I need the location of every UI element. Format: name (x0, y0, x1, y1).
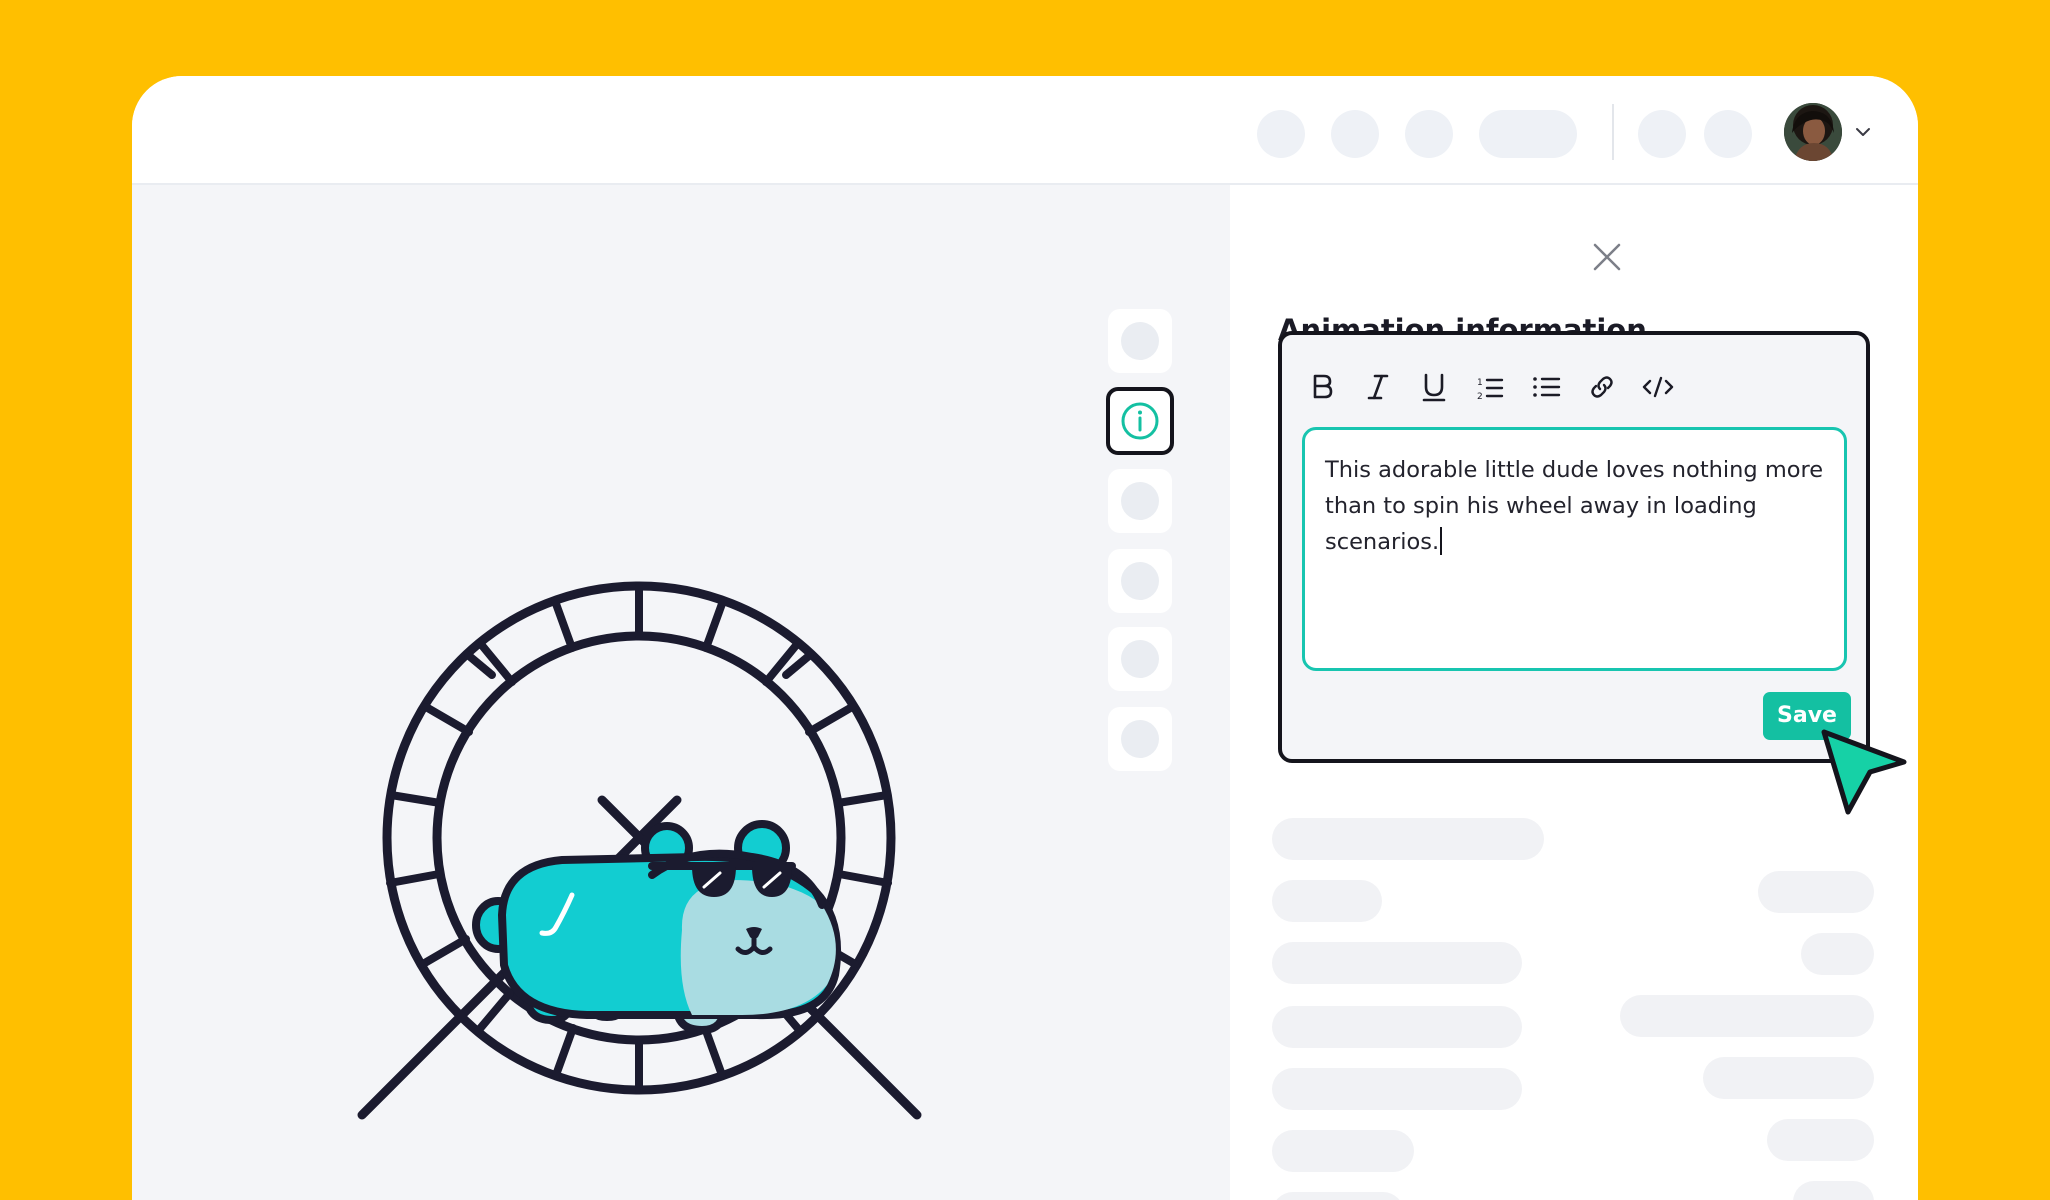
ordered-list-icon: 1 2 (1477, 378, 1504, 402)
toolbar-placeholder-button[interactable] (1257, 110, 1305, 158)
code-icon (1642, 376, 1674, 398)
ordered-list-button[interactable]: 1 2 (1468, 365, 1512, 409)
link-button[interactable] (1580, 365, 1624, 409)
text-caret (1440, 527, 1443, 555)
animation-canvas (132, 185, 1230, 1200)
placeholder-line (1272, 1068, 1522, 1110)
placeholder-line (1272, 1006, 1522, 1048)
underline-icon (1422, 373, 1446, 402)
code-button[interactable] (1636, 365, 1680, 409)
toolbar-placeholder-button[interactable] (1331, 110, 1379, 158)
svg-text:1: 1 (1477, 378, 1483, 388)
toolbar-placeholder-button[interactable] (1405, 110, 1453, 158)
bold-button[interactable] (1300, 365, 1344, 409)
toolbar-placeholder-pill[interactable] (1479, 110, 1577, 158)
description-text: This adorable little dude loves nothing … (1325, 457, 1824, 555)
italic-button[interactable] (1356, 365, 1400, 409)
placeholder-line (1272, 1192, 1404, 1200)
bold-icon (1313, 374, 1333, 399)
toolbar-divider (1612, 104, 1614, 160)
description-editor: 1 2 This adorable little dude loves noth… (1278, 331, 1870, 763)
svg-text:2: 2 (1477, 392, 1483, 402)
placeholder-line (1793, 1181, 1874, 1200)
bulleted-list-icon (1533, 377, 1561, 397)
placeholder-line (1758, 871, 1874, 913)
hamster-wheel-illustration (357, 581, 922, 1120)
top-bar (132, 76, 1918, 185)
placeholder-line (1272, 1130, 1414, 1172)
placeholder-line (1620, 995, 1874, 1037)
placeholder-line (1272, 818, 1544, 860)
pointer-cursor-icon (1821, 729, 1907, 815)
toolbar-placeholder-button[interactable] (1704, 110, 1752, 158)
placeholder-line (1272, 942, 1522, 984)
chevron-down-icon[interactable] (1852, 121, 1874, 143)
link-icon (1591, 376, 1613, 398)
toolbar-placeholder-button[interactable] (1638, 110, 1686, 158)
avatar-photo (1784, 103, 1842, 161)
close-icon[interactable] (1590, 240, 1624, 274)
avatar[interactable] (1784, 103, 1842, 161)
placeholder-line (1801, 933, 1874, 975)
bulleted-list-button[interactable] (1524, 365, 1568, 409)
placeholder-line (1703, 1057, 1874, 1099)
placeholder-line (1272, 880, 1382, 922)
underline-button[interactable] (1412, 365, 1456, 409)
description-textarea[interactable]: This adorable little dude loves nothing … (1302, 427, 1847, 671)
placeholder-line (1767, 1119, 1874, 1161)
italic-icon (1367, 374, 1389, 400)
